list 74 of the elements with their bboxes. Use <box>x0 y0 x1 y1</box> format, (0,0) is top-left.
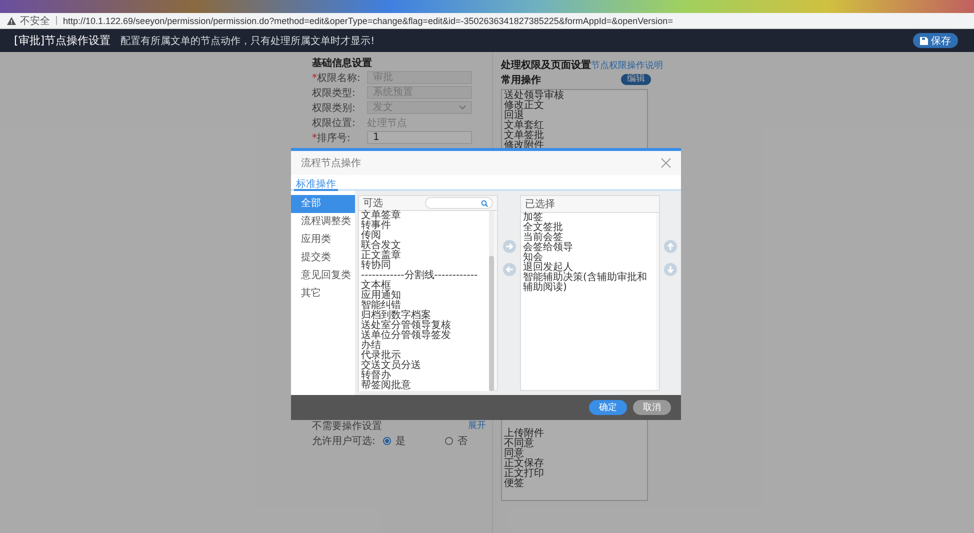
list-item[interactable]: 传阅 <box>361 231 487 241</box>
edit-button[interactable]: 编辑 <box>621 74 651 85</box>
list-item[interactable]: 上传附件 <box>504 429 645 439</box>
list-item[interactable]: 办结 <box>361 341 487 351</box>
list-label: 常用操作 <box>501 74 541 86</box>
list-item[interactable]: 送单位分管领导签发 <box>361 331 487 341</box>
search-icon <box>481 200 488 206</box>
radio-option[interactable]: 否 <box>445 434 468 448</box>
list-item[interactable]: 智能辅助决策(含辅助审批和辅助阅读) <box>523 273 654 293</box>
category-item[interactable]: 其它 <box>291 285 355 303</box>
field-label: *排序号: <box>312 132 352 144</box>
field-label: 权限类型: <box>312 86 356 100</box>
category-item[interactable]: 应用类 <box>291 231 355 249</box>
list-item[interactable]: ------------分割线------------ <box>361 271 487 281</box>
list-item[interactable]: 退回发起人 <box>523 263 654 273</box>
category-item[interactable]: 意见回复类 <box>291 267 355 285</box>
section-title: 基础信息设置 <box>312 56 373 70</box>
list-item[interactable]: 归档到数字档案 <box>361 311 487 321</box>
page-title: [审批]节点操作设置 <box>14 33 111 48</box>
category-item[interactable]: 提交类 <box>291 249 355 267</box>
warning-icon <box>7 16 16 24</box>
url-text[interactable]: http://10.1.122.69/seeyon/permission/permission.do?method=edit&operType=change&flag=edit&id=-3502636341827385225&formAppId=&openVersion= <box>63 16 673 26</box>
chevron-down-icon <box>459 105 466 110</box>
list-item[interactable]: 送处室分管领导复核 <box>361 321 487 331</box>
security-label: 不安全 <box>20 14 50 28</box>
list-item[interactable]: 知会 <box>523 253 654 263</box>
input-field[interactable]: 1 <box>367 131 472 144</box>
list-item[interactable]: 正文打印 <box>504 469 645 479</box>
list-item[interactable]: 正文盖章 <box>361 251 487 261</box>
down-arrow-icon[interactable] <box>664 263 677 276</box>
list-item[interactable]: 回退 <box>504 111 645 121</box>
list-item[interactable]: 修改正文 <box>504 101 645 111</box>
list-item[interactable]: 同意 <box>504 449 645 459</box>
list-item[interactable]: 会签给领导 <box>523 243 654 253</box>
setting-label: 允许用户可选: <box>312 434 376 448</box>
list-item[interactable]: 便签 <box>504 479 645 489</box>
dialog-title: 流程节点操作 <box>301 156 361 170</box>
list-item[interactable]: 当前会签 <box>523 233 654 243</box>
list-item[interactable]: 智能纠错 <box>361 301 487 311</box>
save-icon <box>920 36 928 44</box>
right-arrow-icon[interactable] <box>502 240 516 253</box>
list-item[interactable]: 联合发文 <box>361 241 487 251</box>
list-item[interactable]: 帮签阅批意 <box>361 381 487 391</box>
field-label: 权限类别: <box>312 102 356 114</box>
save-button[interactable]: 保存 <box>913 33 958 48</box>
search-field[interactable] <box>425 197 493 209</box>
list-item[interactable]: 转协同 <box>361 261 487 271</box>
section-title: 处理权限及页面设置 <box>501 58 591 72</box>
list-item[interactable]: 送处领导审核 <box>504 91 645 101</box>
list-item[interactable]: 加签 <box>523 213 654 223</box>
list-item[interactable]: 文单签章 <box>361 211 487 221</box>
list-item[interactable]: 应用通知 <box>361 291 487 301</box>
category-item[interactable]: 流程调整类 <box>291 213 355 231</box>
panel-title: 可选 <box>363 196 383 210</box>
setting-label: 不需要操作设置 <box>312 420 382 432</box>
list-item[interactable]: 文单套红 <box>504 121 645 131</box>
up-arrow-icon[interactable] <box>664 240 677 253</box>
list-item[interactable]: 不同意 <box>504 439 645 449</box>
list-item[interactable]: 文本框 <box>361 281 487 291</box>
list-item[interactable]: 交送文员分送 <box>361 361 487 371</box>
field-label: *权限名称: <box>312 72 362 84</box>
radio-option[interactable]: 是 <box>383 434 406 448</box>
left-arrow-icon[interactable] <box>502 263 516 276</box>
list-item[interactable]: 全文签批 <box>523 223 654 233</box>
list-item[interactable]: 转督办 <box>361 371 487 381</box>
list-item[interactable]: 文单签批 <box>504 131 645 141</box>
list-item[interactable]: 转事件 <box>361 221 487 231</box>
list-item[interactable]: 正文保存 <box>504 459 645 469</box>
scrollbar[interactable] <box>489 211 494 391</box>
page-subtitle: 配置有所属文单的节点动作，只有处理所属文单时才显示! <box>120 34 375 48</box>
list-item[interactable]: 代录批示 <box>361 351 487 361</box>
field-label: 权限位置: <box>312 116 356 130</box>
panel-title: 已选择 <box>525 198 555 211</box>
close-icon[interactable] <box>661 158 671 168</box>
